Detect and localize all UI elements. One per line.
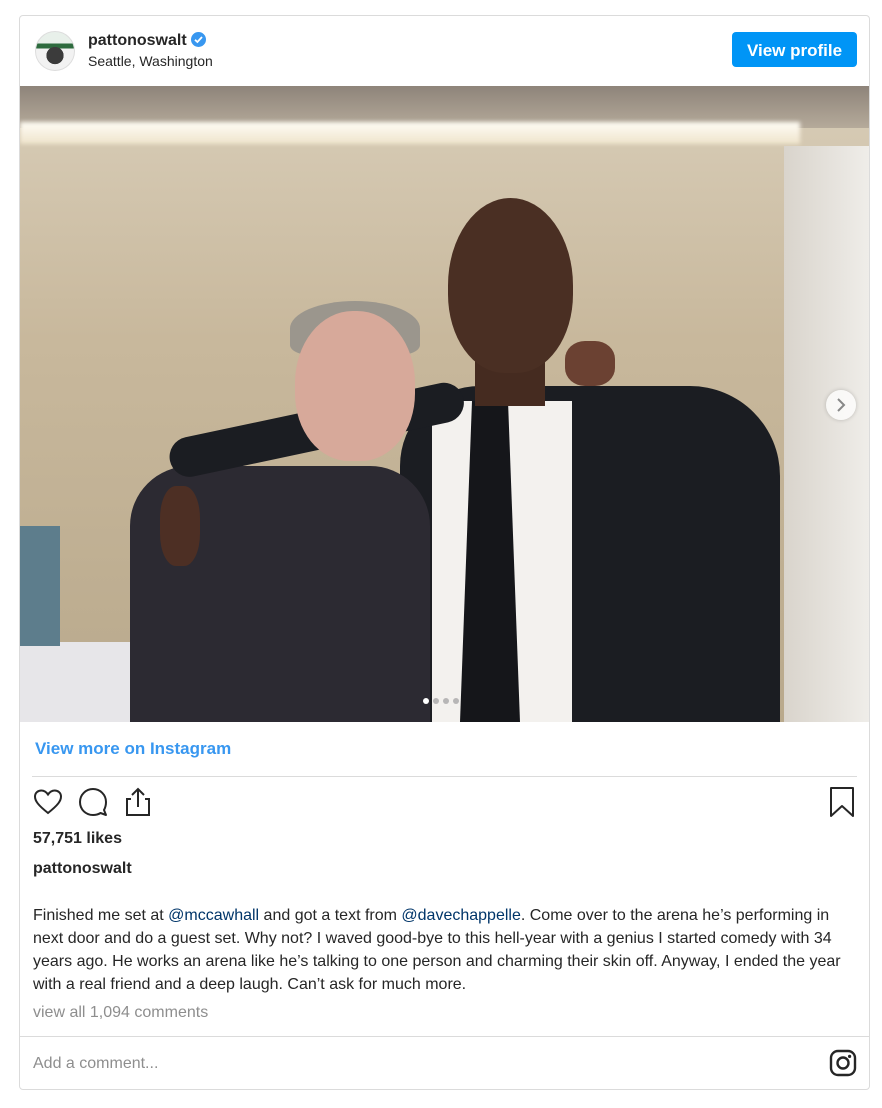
comment-icon[interactable]	[77, 786, 109, 818]
carousel-next-button[interactable]	[826, 390, 856, 420]
carousel-dots	[423, 698, 459, 706]
add-comment-input[interactable]: Add a comment...	[33, 1055, 158, 1073]
chevron-right-icon	[837, 398, 846, 412]
username[interactable]: pattonoswalt	[88, 32, 187, 49]
caption-part: Finished me set at	[33, 907, 169, 924]
instagram-icon[interactable]	[829, 1049, 857, 1077]
bookmark-icon[interactable]	[828, 786, 856, 818]
view-more-link[interactable]: View more on Instagram	[35, 739, 231, 759]
post-photo[interactable]	[20, 86, 869, 722]
avatar[interactable]	[35, 31, 75, 71]
heart-icon[interactable]	[32, 786, 64, 818]
mention-link[interactable]: @mccawhall	[168, 907, 259, 924]
caption-text: Finished me set at @mccawhall and got a …	[33, 904, 853, 996]
verified-badge-icon	[190, 32, 206, 47]
share-icon[interactable]	[122, 786, 154, 818]
caption-part: and got a text from	[259, 907, 402, 924]
photo-light-strip	[20, 122, 800, 144]
post-header: pattonoswalt Seattle, Washington View pr…	[20, 16, 869, 86]
mention-link[interactable]: @davechappelle	[401, 907, 520, 924]
caption-author[interactable]: pattonoswalt	[33, 860, 132, 878]
photo-chair	[20, 526, 60, 646]
carousel-dot[interactable]	[453, 698, 459, 704]
photo-wall	[784, 146, 869, 722]
instagram-embed-card: pattonoswalt Seattle, Washington View pr…	[19, 15, 870, 1090]
carousel-dot[interactable]	[423, 698, 429, 704]
person-hand	[565, 341, 615, 386]
person-head-left	[295, 311, 415, 461]
username-row[interactable]: pattonoswalt	[88, 32, 206, 50]
carousel-dot[interactable]	[433, 698, 439, 704]
divider	[20, 1036, 869, 1037]
view-all-comments-link[interactable]: view all 1,094 comments	[33, 1004, 208, 1022]
likes-count[interactable]: 57,751 likes	[33, 830, 122, 848]
view-profile-button[interactable]: View profile	[732, 32, 857, 67]
location[interactable]: Seattle, Washington	[88, 53, 213, 69]
carousel-dot[interactable]	[443, 698, 449, 704]
divider	[32, 776, 857, 777]
person-head	[448, 198, 573, 373]
person-hand-left	[160, 486, 200, 566]
